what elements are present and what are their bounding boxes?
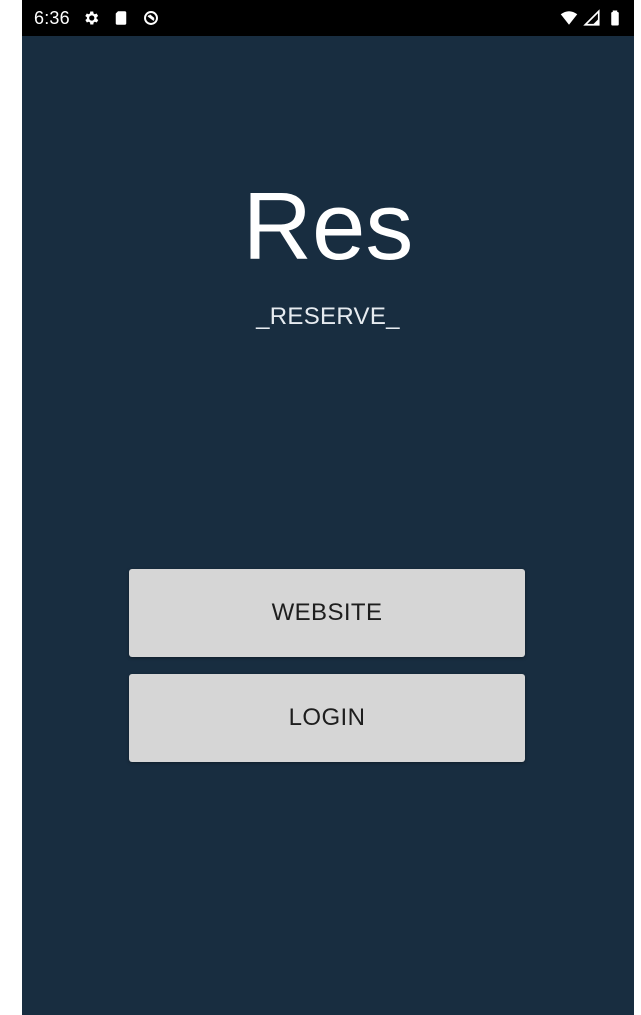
status-time: 6:36 bbox=[34, 7, 70, 28]
status-bar-left: 6:36 bbox=[34, 8, 160, 29]
sd-card-icon bbox=[112, 9, 130, 27]
gear-icon bbox=[82, 9, 100, 27]
data-saver-icon bbox=[142, 9, 160, 27]
app-subtitle: _RESERVE_ bbox=[256, 303, 400, 330]
status-bar: 6:36 bbox=[22, 0, 634, 36]
cellular-icon bbox=[583, 9, 601, 27]
battery-icon bbox=[606, 9, 624, 27]
app-title: Res bbox=[242, 173, 414, 280]
status-bar-right bbox=[560, 9, 624, 27]
website-button[interactable]: WEBSITE bbox=[129, 569, 525, 657]
app-screen: 6:36 Res _RESERVE_ WEBSITE LOGIN bbox=[22, 0, 634, 1015]
wifi-icon bbox=[560, 9, 578, 27]
login-button[interactable]: LOGIN bbox=[129, 674, 525, 762]
